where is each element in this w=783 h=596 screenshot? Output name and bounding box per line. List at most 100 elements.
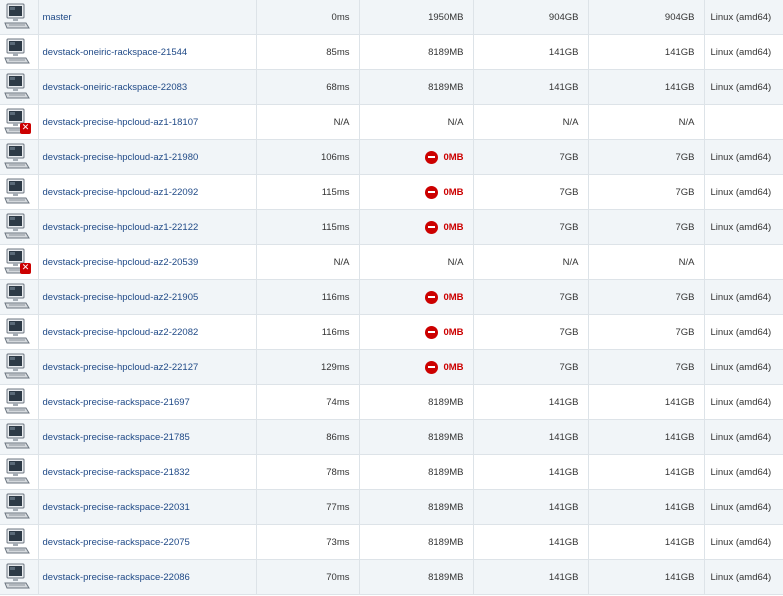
architecture-cell: Linux (amd64) [703,314,783,350]
icon-cell [0,34,39,70]
computer-icon [4,178,30,204]
computer-icon [4,563,30,589]
node-name-link[interactable]: devstack-precise-rackspace-22031 [43,502,190,513]
architecture-cell [703,104,783,140]
node-name-cell: devstack-precise-hpcloud-az2-22127 [37,349,257,385]
disk-space-cell: 904GB [472,0,589,35]
architecture-cell [703,244,783,280]
tmp-space-cell: 141GB [587,454,705,490]
icon-cell [0,139,39,175]
node-name-link[interactable]: devstack-precise-hpcloud-az1-22122 [43,222,199,233]
disk-space-cell: 7GB [472,349,589,385]
disk-space-cell: N/A [472,244,589,280]
response-time-cell: 129ms [255,349,360,385]
free-memory-value: 0MB [443,221,464,233]
architecture-cell: Linux (amd64) [703,419,783,455]
response-time-cell: 74ms [255,384,360,420]
architecture-cell: Linux (amd64) [703,139,783,175]
free-memory-cell: 8189MB [358,69,474,105]
free-memory-cell: 1950MB [358,0,474,35]
table-row: devstack-precise-hpcloud-az1-21980 106ms… [0,139,783,175]
tmp-space-cell: 7GB [587,314,705,350]
computer-icon [4,73,30,99]
node-name-link[interactable]: devstack-precise-hpcloud-az2-20539 [43,257,199,268]
table-row: devstack-precise-hpcloud-az2-22082 116ms… [0,314,783,350]
free-memory-value: 0MB [443,326,464,338]
free-memory-value: 0MB [443,291,464,303]
computer-icon [4,528,30,554]
node-name-cell: devstack-precise-hpcloud-az2-20539 [37,244,257,280]
icon-cell [0,174,39,210]
tmp-space-cell: 141GB [587,419,705,455]
icon-cell [0,419,39,455]
architecture-cell: Linux (amd64) [703,559,783,595]
disk-space-cell: 141GB [472,524,589,560]
tmp-space-cell: N/A [587,244,705,280]
node-name-link[interactable]: devstack-precise-rackspace-21785 [43,432,190,443]
node-name-link[interactable]: devstack-precise-hpcloud-az1-21980 [43,152,199,163]
free-memory-cell: 8189MB [358,559,474,595]
free-memory-cell: 0MB [358,139,474,175]
free-memory-cell: 8189MB [358,454,474,490]
response-time-cell: 78ms [255,454,360,490]
tmp-space-cell: 141GB [587,69,705,105]
disk-space-cell: 7GB [472,174,589,210]
node-name-link[interactable]: devstack-precise-rackspace-21832 [43,467,190,478]
free-memory-value: 0MB [443,361,464,373]
offline-x-icon: ✕ [20,122,31,134]
disk-space-cell: 141GB [472,34,589,70]
table-row: devstack-oneiric-rackspace-22083 68ms 81… [0,69,783,105]
free-memory-cell: 0MB [358,349,474,385]
icon-cell [0,524,39,560]
node-name-link[interactable]: devstack-precise-hpcloud-az2-22127 [43,362,199,373]
tmp-space-cell: 7GB [587,279,705,315]
node-name-cell: devstack-precise-hpcloud-az1-22092 [37,174,257,210]
architecture-cell: Linux (amd64) [703,489,783,525]
table-row: devstack-precise-hpcloud-az2-21905 116ms… [0,279,783,315]
free-memory-cell: 0MB [358,174,474,210]
node-name-link[interactable]: master [43,12,72,23]
computer-icon [4,143,30,169]
free-memory-cell: N/A [358,244,474,280]
icon-cell [0,0,39,35]
no-entry-icon [425,185,439,199]
node-name-cell: devstack-precise-hpcloud-az1-18107 [37,104,257,140]
table-row: devstack-oneiric-rackspace-21544 85ms 81… [0,34,783,70]
node-name-link[interactable]: devstack-precise-rackspace-22086 [43,572,190,583]
tmp-space-cell: 141GB [587,384,705,420]
computer-icon [4,353,30,379]
response-time-cell: 85ms [255,34,360,70]
table-row: devstack-precise-rackspace-21785 86ms 81… [0,419,783,455]
node-name-link[interactable]: devstack-precise-hpcloud-az2-22082 [43,327,199,338]
node-name-link[interactable]: devstack-precise-rackspace-21697 [43,397,190,408]
node-name-link[interactable]: devstack-oneiric-rackspace-21544 [43,47,188,58]
response-time-cell: 115ms [255,209,360,245]
icon-cell [0,209,39,245]
disk-space-cell: 7GB [472,314,589,350]
free-memory-cell: 8189MB [358,384,474,420]
no-entry-icon [425,325,439,339]
table-row: devstack-precise-hpcloud-az2-22127 129ms… [0,349,783,385]
node-name-link[interactable]: devstack-precise-hpcloud-az2-21905 [43,292,199,303]
no-entry-icon [425,220,439,234]
icon-cell: ✕ [0,244,39,280]
response-time-cell: 73ms [255,524,360,560]
response-time-cell: 68ms [255,69,360,105]
node-name-link[interactable]: devstack-precise-hpcloud-az1-22092 [43,187,199,198]
node-name-link[interactable]: devstack-precise-hpcloud-az1-18107 [43,117,199,128]
table-row: devstack-precise-rackspace-22086 70ms 81… [0,559,783,595]
node-name-link[interactable]: devstack-oneiric-rackspace-22083 [43,82,188,93]
node-name-link[interactable]: devstack-precise-rackspace-22075 [43,537,190,548]
icon-cell: ✕ [0,104,39,140]
disk-space-cell: 7GB [472,279,589,315]
architecture-cell: Linux (amd64) [703,279,783,315]
response-time-cell: 77ms [255,489,360,525]
icon-cell [0,314,39,350]
disk-space-cell: 141GB [472,559,589,595]
computer-icon: ✕ [4,248,31,274]
node-name-cell: devstack-precise-rackspace-22031 [37,489,257,525]
architecture-cell: Linux (amd64) [703,34,783,70]
response-time-cell: 0ms [255,0,360,35]
table-row: devstack-precise-rackspace-22075 73ms 81… [0,524,783,560]
free-memory-value: 0MB [443,186,464,198]
